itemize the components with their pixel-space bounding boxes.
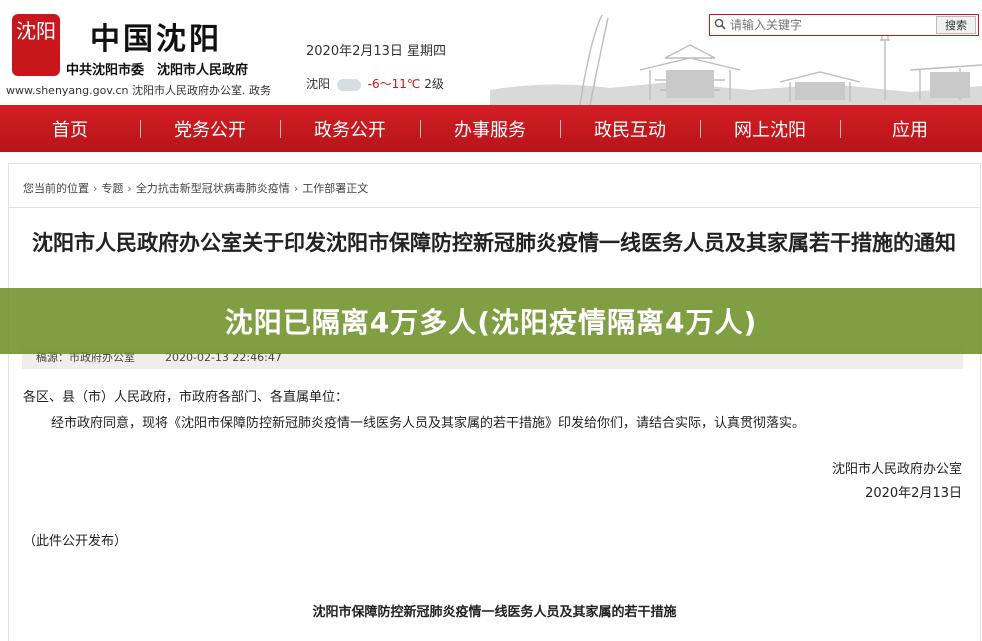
weather-wind: 2级 [424,77,444,91]
breadcrumb-divider [9,207,980,208]
article-title: 沈阳市人民政府办公室关于印发沈阳市保障防控新冠肺炎疫情一线医务人员及其家属若干措… [32,231,956,255]
page: 沈阳 中国沈阳 中共沈阳市委 沈阳市人民政府 www.shenyang.gov.… [0,0,982,641]
site-url: www.shenyang.gov.cn 沈阳市人民政府办公室. 政务 [6,84,271,97]
breadcrumb-separator-icon: › [93,182,98,195]
article-body-paragraph: 经市政府同意，现将《沈阳市保障防控新冠肺炎疫情一线医务人员及其家属的若干措施》印… [51,416,806,431]
weather-temperature: -6～11℃ [367,77,421,91]
site-subtitle: 中共沈阳市委 沈阳市人民政府 [66,63,249,78]
breadcrumb-separator-icon: › [127,182,132,195]
breadcrumb-link-topics[interactable]: 专题 [101,182,123,195]
search-input[interactable] [730,16,942,34]
current-date: 2020年2月13日 星期四 [306,44,447,59]
breadcrumb-current-location: 您当前的位置 [23,182,89,195]
breadcrumb: 您当前的位置 › 专题 › 全力抗击新型冠状病毒肺炎疫情 › 工作部署正文 [23,180,368,196]
breadcrumb-separator-icon: › [293,182,299,195]
nav-item-online-shenyang[interactable]: 网上沈阳 [700,116,840,142]
nav-item-party-affairs[interactable]: 党务公开 [140,116,280,142]
nav-item-home[interactable]: 首页 [0,116,140,142]
signature-organization: 沈阳市人民政府办公室 [831,462,962,477]
overlay-headline-banner: 沈阳已隔离4万多人(沈阳疫情隔离4万人) [0,288,982,354]
search-icon [714,18,726,30]
weather-widget: 沈阳 -6～11℃ 2级 [306,75,444,92]
article-salutation: 各区、县（市）人民政府，市政府各部门、各直属单位： [23,390,349,405]
city-seal-logo[interactable]: 沈阳 [12,14,60,76]
overlay-headline-text: 沈阳已隔离4万多人(沈阳疫情隔离4万人) [224,306,758,339]
nav-item-interaction[interactable]: 政民互动 [560,116,700,142]
breadcrumb-link-epidemic[interactable]: 全力抗击新型冠状病毒肺炎疫情 [136,182,290,195]
search-button[interactable]: 搜索 [936,16,976,34]
breadcrumb-link-work-deployment[interactable]: 工作部署正文 [302,182,368,195]
cloud-icon [336,78,361,91]
main-nav: 首页 党务公开 政务公开 办事服务 政民互动 网上沈阳 应用 [0,105,982,152]
nav-item-services[interactable]: 办事服务 [420,116,560,142]
site-brand-title[interactable]: 中国沈阳 [90,14,222,58]
article-container: 您当前的位置 › 专题 › 全力抗击新型冠状病毒肺炎疫情 › 工作部署正文 沈阳市人民政府办… [8,163,981,641]
site-header: 沈阳 中国沈阳 中共沈阳市委 沈阳市人民政府 www.shenyang.gov.… [0,0,982,105]
search-box: 搜索 [709,14,979,36]
nav-item-apps[interactable]: 应用 [840,116,980,142]
attachment-title: 沈阳市保障防控新冠肺炎疫情一线医务人员及其家属的若干措施 [312,605,677,620]
signature-date: 2020年2月13日 [865,486,962,501]
weather-city: 沈阳 [306,77,331,91]
publish-note: （此件公开发布） [23,534,128,549]
nav-item-government-affairs[interactable]: 政务公开 [280,116,420,142]
